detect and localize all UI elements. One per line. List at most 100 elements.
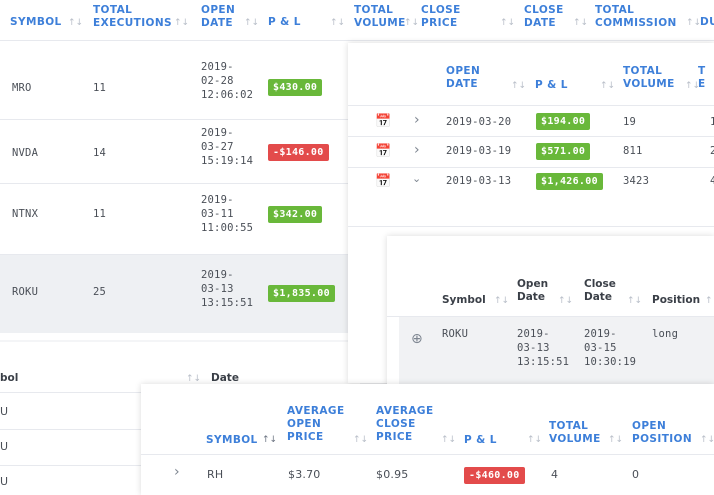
sort-icon[interactable]: ↑↓ bbox=[186, 374, 201, 384]
date-cell: 2019-03-13 bbox=[446, 175, 512, 187]
chevron-right-icon[interactable]: › bbox=[414, 112, 420, 128]
header-symbol[interactable]: SYMBOL bbox=[206, 434, 258, 447]
sort-icon[interactable]: ↑↓ bbox=[174, 18, 189, 28]
header-pnl[interactable]: P & L bbox=[464, 434, 497, 447]
header-total-commission[interactable]: TOTAL COMMISSION bbox=[595, 4, 685, 30]
header-close-price[interactable]: CLOSE PRICE bbox=[421, 4, 471, 30]
symbol-cell: NVDA bbox=[12, 147, 39, 159]
open-date-line: 2019- bbox=[517, 328, 550, 340]
sort-icon[interactable]: ↑↓ bbox=[527, 435, 542, 445]
sort-icon[interactable]: ↑↓ bbox=[558, 296, 573, 306]
chevron-down-icon[interactable]: ⌄ bbox=[412, 172, 421, 185]
symbol-cell: U bbox=[0, 475, 9, 488]
header-symbol[interactable]: bol bbox=[0, 372, 18, 385]
executions-cell: 14 bbox=[93, 147, 107, 159]
executions-cell: 11 bbox=[93, 82, 107, 94]
pnl-badge: -$460.00 bbox=[464, 467, 525, 484]
header-open-date[interactable]: OPEN DATE bbox=[446, 65, 486, 91]
sort-icon[interactable]: ↑↓ bbox=[500, 18, 515, 28]
date-line: 2019- bbox=[201, 127, 234, 139]
header-symbol[interactable]: SYMBOL bbox=[10, 16, 62, 29]
sort-icon[interactable]: ↑↓ bbox=[573, 18, 588, 28]
sort-icon[interactable]: ↑↓ bbox=[404, 18, 419, 28]
date-line: 2019- bbox=[201, 61, 234, 73]
pnl-badge: $194.00 bbox=[536, 113, 591, 130]
header-total-volume[interactable]: TOTAL VOLUME bbox=[354, 4, 405, 30]
date-cell: 2019-03-20 bbox=[446, 116, 512, 128]
chevron-right-icon[interactable]: › bbox=[414, 142, 420, 158]
table-row[interactable]: ⊕ ROKU 2019- 03-13 13:15:51 2019- 03-15 … bbox=[399, 317, 714, 386]
header-position[interactable]: Position bbox=[652, 294, 700, 307]
calendar-icon[interactable]: 📅 bbox=[375, 144, 391, 159]
volume-cell: 19 bbox=[623, 116, 637, 128]
executions-cell: 11 bbox=[93, 208, 107, 220]
date-line: 03-27 bbox=[201, 141, 234, 153]
open-position-cell: 0 bbox=[632, 468, 640, 481]
sort-icon[interactable]: ↑↓ bbox=[262, 435, 277, 445]
header-average-open-price[interactable]: AVERAGE OPEN PRICE bbox=[287, 405, 347, 444]
date-line: 03-13 bbox=[201, 283, 234, 295]
header-close-date[interactable]: Close Date bbox=[584, 278, 618, 304]
sort-icon[interactable]: ↑↓ bbox=[608, 435, 623, 445]
pnl-badge: $1,835.00 bbox=[268, 285, 335, 302]
date-line: 2019- bbox=[201, 269, 234, 281]
pnl-badge: -$146.00 bbox=[268, 144, 329, 161]
extra-cell: 2 bbox=[710, 145, 714, 157]
date-line: 03-11 bbox=[201, 208, 234, 220]
calendar-icon[interactable]: 📅 bbox=[375, 114, 391, 129]
chevron-right-icon[interactable]: › bbox=[174, 464, 180, 480]
close-date-line: 10:30:19 bbox=[584, 356, 637, 368]
pnl-badge: $571.00 bbox=[536, 143, 591, 160]
sort-icon[interactable]: ↑↓ bbox=[511, 81, 526, 91]
sort-icon[interactable]: ↑↓ bbox=[494, 296, 509, 306]
header-pnl[interactable]: P & L bbox=[268, 16, 301, 29]
crosshair-icon[interactable]: ⊕ bbox=[411, 331, 423, 347]
executions-panel: Symbol ↑↓ Open Date ↑↓ Close Date ↑↓ Pos… bbox=[387, 236, 714, 386]
header-pnl[interactable]: P & L bbox=[535, 79, 568, 92]
sort-icon[interactable]: ↑↓ bbox=[686, 18, 701, 28]
volume-cell: 3423 bbox=[623, 175, 650, 187]
extra-cell: 1 bbox=[710, 116, 714, 128]
sort-icon[interactable]: ↑↓ bbox=[353, 435, 368, 445]
symbol-cell: U bbox=[0, 405, 9, 418]
header-average-close-price[interactable]: AVERAGE CLOSE PRICE bbox=[376, 405, 436, 444]
close-date-line: 2019- bbox=[584, 328, 617, 340]
sort-icon[interactable]: ↑↓ bbox=[330, 18, 345, 28]
header-open-date[interactable]: OPEN DATE bbox=[201, 4, 241, 30]
symbol-cell: NTNX bbox=[12, 208, 39, 220]
pnl-badge: $1,426.00 bbox=[536, 173, 603, 190]
header-truncated[interactable]: T E bbox=[698, 65, 708, 91]
header-open-date[interactable]: Open Date bbox=[517, 278, 551, 304]
table-row[interactable]: 📅 ⌄ 2019-03-13 $1,426.00 3423 4 bbox=[348, 168, 714, 198]
header-total-executions[interactable]: TOTAL EXECUTIONS bbox=[93, 4, 172, 30]
sort-icon[interactable]: ↑↓ bbox=[705, 296, 714, 306]
sort-icon[interactable]: ↑↓ bbox=[600, 81, 615, 91]
header-close-date[interactable]: CLOSE DATE bbox=[524, 4, 564, 30]
symbol-summary-panel: SYMBOL ↑↓ AVERAGE OPEN PRICE ↑↓ AVERAGE … bbox=[141, 384, 714, 495]
calendar-icon[interactable]: 📅 bbox=[375, 174, 391, 189]
sort-icon[interactable]: ↑↓ bbox=[441, 435, 456, 445]
volume-cell: 811 bbox=[623, 145, 643, 157]
date-line: 02-28 bbox=[201, 75, 234, 87]
header-total-volume[interactable]: TOTAL VOLUME bbox=[623, 65, 674, 91]
open-date-line: 13:15:51 bbox=[517, 356, 570, 368]
header-open-position[interactable]: OPEN POSITION bbox=[632, 420, 702, 446]
header-total-volume[interactable]: TOTAL VOLUME bbox=[549, 420, 600, 446]
extra-cell: 4 bbox=[710, 175, 714, 187]
sort-icon[interactable]: ↑↓ bbox=[700, 435, 714, 445]
table-row[interactable]: 📅 › 2019-03-19 $571.00 811 2 bbox=[348, 137, 714, 167]
date-cell: 2019-03-19 bbox=[446, 145, 512, 157]
volume-cell: 4 bbox=[551, 468, 559, 481]
sort-icon[interactable]: ↑↓ bbox=[627, 296, 642, 306]
table-row[interactable]: 📅 › 2019-03-20 $194.00 19 1 bbox=[348, 106, 714, 136]
sort-icon[interactable]: ↑↓ bbox=[244, 18, 259, 28]
symbol-cell: RH bbox=[207, 468, 224, 481]
symbol-cell: MRO bbox=[12, 82, 32, 94]
header-duration[interactable]: DU bbox=[700, 16, 714, 29]
sort-icon[interactable]: ↑↓ bbox=[68, 18, 83, 28]
header-symbol[interactable]: Symbol bbox=[442, 294, 486, 307]
table-row[interactable]: › RH $3.70 $0.95 -$460.00 4 0 bbox=[141, 455, 714, 495]
date-line: 13:15:51 bbox=[201, 297, 254, 309]
date-line: 15:19:14 bbox=[201, 155, 254, 167]
pnl-badge: $430.00 bbox=[268, 79, 323, 96]
